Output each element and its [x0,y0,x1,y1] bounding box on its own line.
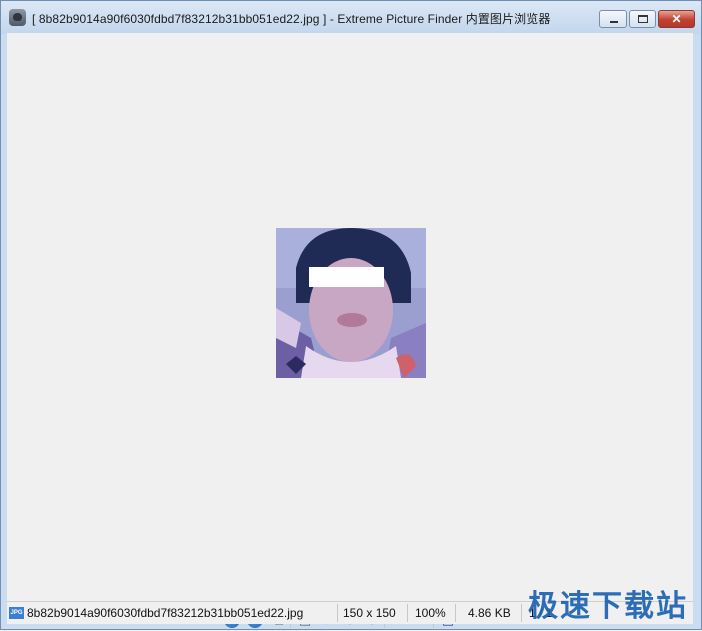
close-button[interactable]: ✕ [658,10,695,28]
minimize-icon [610,21,618,23]
maximize-button[interactable] [629,10,656,28]
minimize-button[interactable] [599,10,627,28]
maximize-icon [638,15,648,23]
status-divider [455,604,456,622]
status-dimensions: 150 x 150 [343,606,396,620]
watermark-logo: 极速下载站 [528,589,688,624]
status-filename: 8b82b9014a90f6030fdbd7f83212b31bb051ed22… [27,606,304,620]
status-divider [337,604,338,622]
jpg-file-icon: JPG [9,607,24,619]
window-title: [ 8b82b9014a90f6030fdbd7f83212b31bb051ed… [32,12,551,26]
status-filesize: 4.86 KB [468,606,511,620]
image-viewer-area[interactable]: ⎗ ▣ ✥ ⊕ ⊖ ▲ ▲ ▤ ✕ [7,33,693,628]
title-bar[interactable]: [ 8b82b9014a90f6030fdbd7f83212b31bb051ed… [1,1,701,34]
photo-icon [276,228,426,378]
app-logo-icon[interactable] [9,9,26,26]
status-zoom: 100% [415,606,446,620]
status-divider [407,604,408,622]
status-divider [521,604,522,622]
close-icon: ✕ [671,12,682,26]
